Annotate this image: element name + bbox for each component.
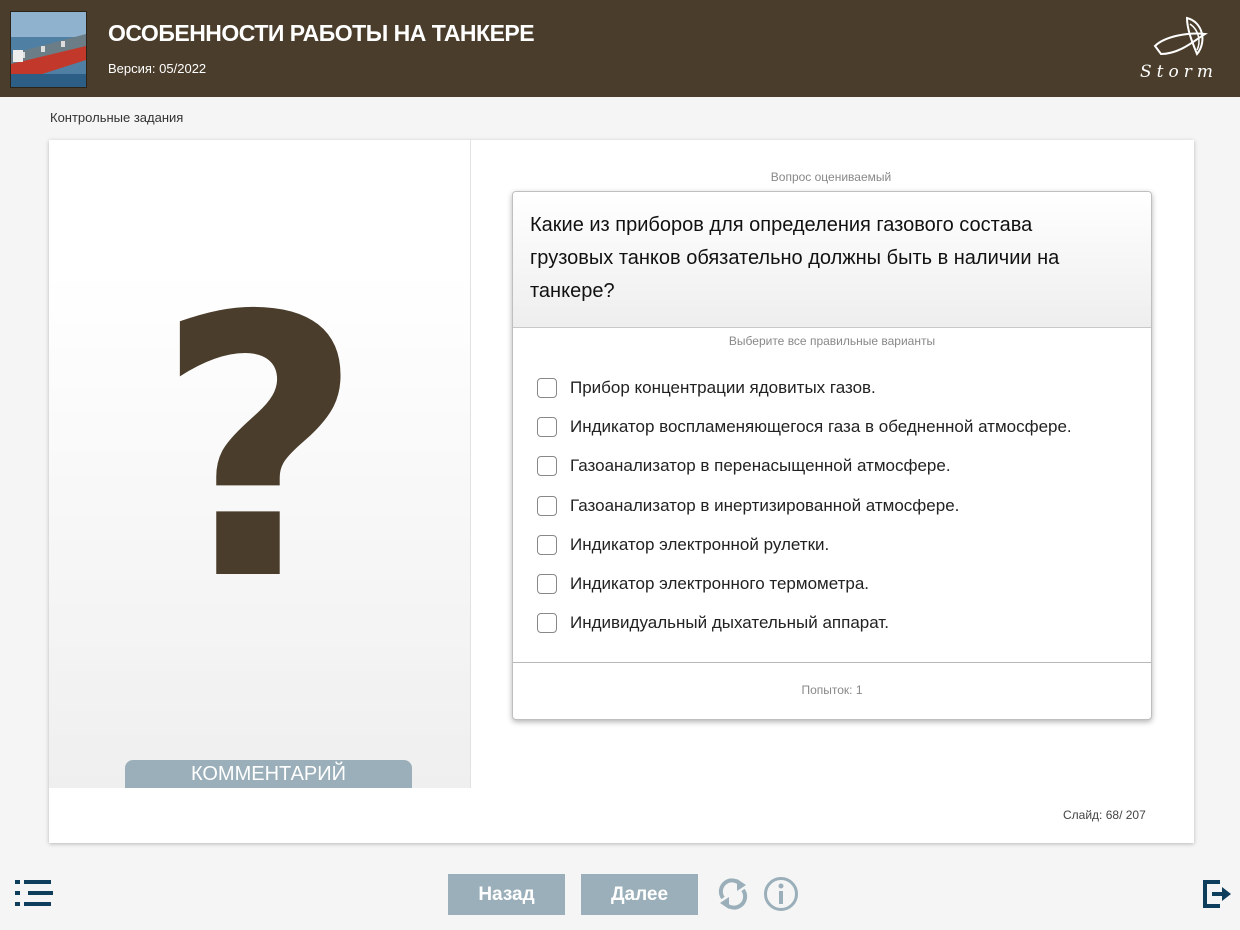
answer-option[interactable]: Индивидуальный дыхательный аппарат. xyxy=(537,611,889,635)
answer-label: Индикатор электронного термометра. xyxy=(570,574,870,593)
answer-option[interactable]: Газоанализатор в перенасыщенной атмосфер… xyxy=(537,454,951,478)
question-hint: Выберите все правильные варианты xyxy=(728,334,936,348)
answer-label: Индивидуальный дыхательный аппарат. xyxy=(570,613,889,632)
question-mark-icon: ? xyxy=(155,240,364,659)
answer-label: Индикатор воспламеняющегося газа в обедн… xyxy=(570,417,1072,436)
answer-label: Газоанализатор в инертизированной атмосф… xyxy=(570,496,960,515)
question-text: Какие из приборов для определения газово… xyxy=(530,214,1060,302)
answer-option[interactable]: Индикатор воспламеняющегося газа в обедн… xyxy=(537,415,1072,439)
question-header: Какие из приборов для определения газово… xyxy=(513,192,1151,328)
checkbox[interactable] xyxy=(537,456,557,476)
section-label: Контрольные задания xyxy=(50,110,184,125)
next-button[interactable]: Далее xyxy=(581,874,698,915)
answer-option[interactable]: Прибор концентрации ядовитых газов. xyxy=(537,376,876,400)
answer-label: Индикатор электронной рулетки. xyxy=(570,535,830,554)
course-version: Версия: 05/2022 xyxy=(108,61,207,76)
answer-option[interactable]: Газоанализатор в инертизированной атмосф… xyxy=(537,494,959,518)
list-menu-icon[interactable] xyxy=(15,880,53,906)
checkbox[interactable] xyxy=(537,613,557,633)
checkbox[interactable] xyxy=(537,378,557,398)
attempts-counter: Попыток: 1 xyxy=(801,683,863,697)
checkbox[interactable] xyxy=(537,496,557,516)
slide-card: ? КОММЕНТАРИЙ Вопрос оцениваемый Какие и… xyxy=(49,140,1194,843)
svg-text:Storm: Storm xyxy=(1140,62,1218,82)
answer-option[interactable]: Индикатор электронного термометра. xyxy=(537,572,869,596)
info-icon[interactable] xyxy=(763,876,799,912)
slide-counter: Слайд: 68/ 207 xyxy=(1063,808,1146,822)
question-footer: Попыток: 1 xyxy=(513,662,1151,719)
header-bar: ОСОБЕННОСТИ РАБОТЫ НА ТАНКЕРЕ Версия: 05… xyxy=(0,0,1240,97)
question-box: Какие из приборов для определения газово… xyxy=(512,191,1152,720)
answer-label: Прибор концентрации ядовитых газов. xyxy=(570,378,876,397)
comment-button[interactable]: КОММЕНТАРИЙ xyxy=(125,760,412,788)
checkbox[interactable] xyxy=(537,535,557,555)
checkbox[interactable] xyxy=(537,574,557,594)
exit-icon[interactable] xyxy=(1202,879,1232,909)
tanker-ship-thumbnail xyxy=(10,11,87,88)
question-caption: Вопрос оцениваемый xyxy=(770,170,892,184)
refresh-icon[interactable] xyxy=(715,876,751,912)
checkbox[interactable] xyxy=(537,417,557,437)
course-title: ОСОБЕННОСТИ РАБОТЫ НА ТАНКЕРЕ xyxy=(108,20,535,46)
back-button[interactable]: Назад xyxy=(448,874,565,915)
answer-option[interactable]: Индикатор электронной рулетки. xyxy=(537,533,829,557)
storm-logo: Storm xyxy=(1135,14,1225,84)
answer-label: Газоанализатор в перенасыщенной атмосфер… xyxy=(570,456,951,475)
illustration-panel: ? КОММЕНТАРИЙ xyxy=(49,140,471,788)
